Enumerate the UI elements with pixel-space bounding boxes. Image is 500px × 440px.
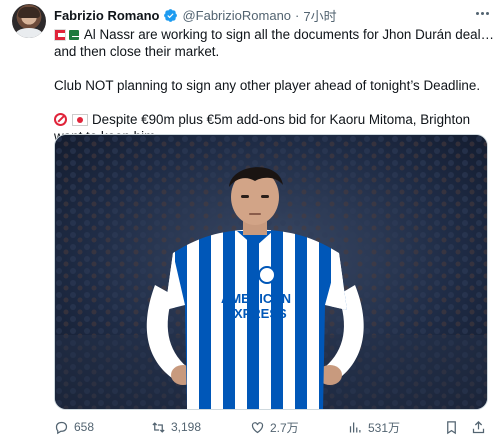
tweet-text-line: Club NOT planning to sign any other play… xyxy=(54,77,494,94)
tweet-header: Fabrizio Romano @FabrizioRomano · 7小时 xyxy=(54,4,494,26)
tweet-text: and then close their market. xyxy=(54,44,220,59)
japan-flag-emoji xyxy=(72,113,88,126)
like-button[interactable]: 2.7万 xyxy=(250,419,299,436)
separator-dot: · xyxy=(295,7,300,23)
tweet-actions: 658 3,198 2.7万 531万 xyxy=(54,416,488,438)
reply-count: 658 xyxy=(74,420,95,434)
sponsor-text: AMERICAN xyxy=(221,291,291,306)
tweet-text-line: Despite €90m plus €5m add-ons bid for Ka… xyxy=(54,111,494,128)
author-name[interactable]: Fabrizio Romano xyxy=(54,8,159,23)
heart-icon xyxy=(251,421,264,433)
retweet-icon xyxy=(152,421,165,433)
like-count: 2.7万 xyxy=(270,420,299,435)
retweet-count: 3,198 xyxy=(171,420,202,434)
author-avatar[interactable] xyxy=(12,4,46,38)
tweet-content: Fabrizio Romano @FabrizioRomano · 7小时 Al… xyxy=(54,0,494,145)
svg-text:EXPRESS: EXPRESS xyxy=(225,306,287,321)
tweet-photo[interactable]: AMERICAN EXPRESS xyxy=(54,134,488,410)
retweet-button[interactable]: 3,198 xyxy=(151,420,201,435)
view-count: 531万 xyxy=(368,420,401,435)
tweet-text: Club NOT planning to sign any other play… xyxy=(54,78,481,93)
views-chart-icon xyxy=(349,422,361,432)
saudi-flag-emoji xyxy=(68,29,79,40)
bookmark-icon xyxy=(447,420,456,434)
tweet-card[interactable]: Fabrizio Romano @FabrizioRomano · 7小时 Al… xyxy=(0,0,500,440)
tweet-text-line: Al Nassr are working to sign all the doc… xyxy=(54,26,494,43)
tweet-text: Al Nassr are working to sign all the doc… xyxy=(83,27,494,42)
tweet-text: Despite €90m plus €5m add-ons bid for Ka… xyxy=(92,112,471,127)
tweet-timestamp[interactable]: 7小时 xyxy=(303,6,336,25)
share-icon xyxy=(472,420,485,433)
reply-button[interactable]: 658 xyxy=(54,420,94,435)
no-entry-emoji xyxy=(54,113,67,126)
arsenal-flag-emoji xyxy=(54,28,66,41)
reply-icon xyxy=(55,421,68,434)
bookmark-button[interactable] xyxy=(444,420,459,435)
share-button[interactable] xyxy=(471,420,486,435)
author-handle[interactable]: @FabrizioRomano xyxy=(182,8,291,23)
player-photo-illustration: AMERICAN EXPRESS xyxy=(55,135,487,409)
more-options-icon[interactable] xyxy=(472,6,492,20)
tweet-text-line: and then close their market. xyxy=(54,43,494,60)
views-button[interactable]: 531万 xyxy=(348,419,400,436)
verified-badge-icon xyxy=(164,8,178,22)
